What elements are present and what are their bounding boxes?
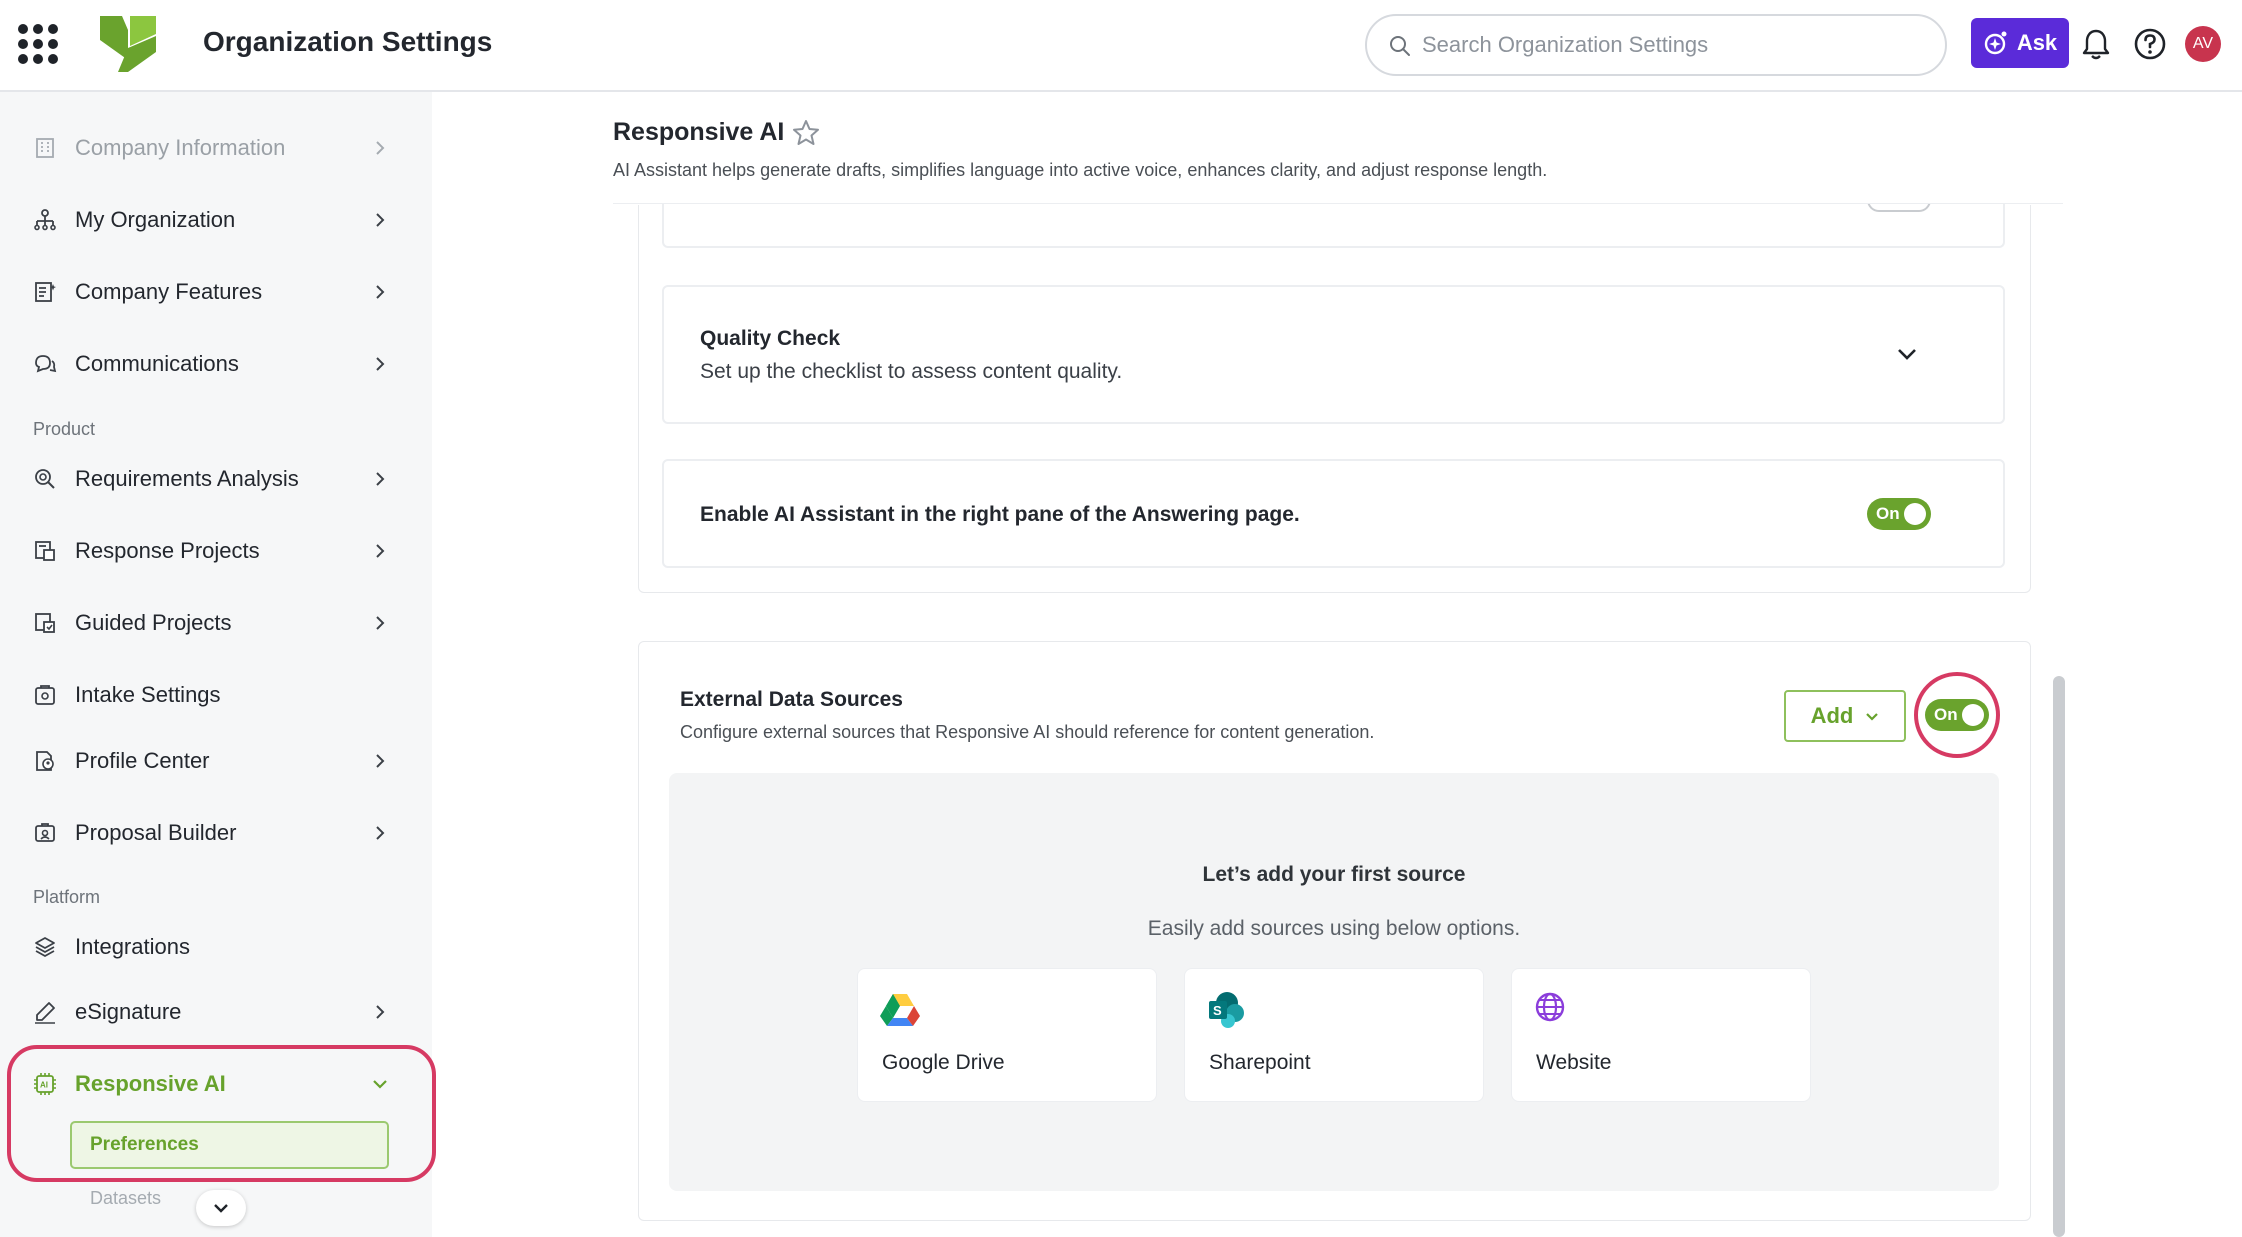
pen-signature-icon <box>32 999 58 1025</box>
projects-icon <box>32 538 58 564</box>
enable-ai-assistant-toggle[interactable]: On <box>1867 498 1931 530</box>
chevron-right-icon <box>370 210 390 230</box>
help-question-icon[interactable] <box>2130 24 2170 64</box>
magnifier-analysis-icon <box>32 466 58 492</box>
sidebar-item-label: Communications <box>75 351 239 376</box>
source-label: Google Drive <box>882 1051 1005 1074</box>
chat-bubbles-icon <box>32 351 58 377</box>
globe-icon <box>1535 992 1565 1022</box>
source-option-website[interactable]: Website <box>1511 968 1811 1102</box>
quality-check-card[interactable]: Quality Check Set up the checklist to as… <box>662 285 2005 424</box>
toggle-label: On <box>1876 504 1900 523</box>
proposal-builder-icon <box>32 820 58 846</box>
sidebar-item-label: Company Information <box>75 135 286 160</box>
ask-button[interactable]: Ask <box>1971 18 2069 68</box>
sharepoint-icon: S <box>1209 992 1244 1028</box>
company-logo <box>100 16 156 72</box>
app-launcher-grid-icon[interactable] <box>18 24 58 64</box>
chevron-right-icon <box>370 354 390 374</box>
quality-check-title: Quality Check <box>700 327 841 350</box>
source-label: Website <box>1536 1051 1612 1074</box>
sidebar-item-label: Requirements Analysis <box>75 466 299 491</box>
sidebar-subitem-preferences[interactable]: Preferences <box>70 1121 389 1169</box>
building-icon <box>32 135 58 161</box>
profile-document-icon <box>32 748 58 774</box>
sidebar-item-label: Guided Projects <box>75 610 232 635</box>
sidebar-item-profile-center[interactable]: Profile Center <box>0 731 432 791</box>
top-header: Organization Settings Ask AV <box>0 0 2242 92</box>
sidebar-item-guided-projects[interactable]: Guided Projects <box>0 593 432 653</box>
search-icon <box>1390 36 1410 56</box>
notifications-bell-icon[interactable] <box>2076 24 2116 64</box>
features-list-icon <box>32 279 58 305</box>
org-chart-icon <box>32 207 58 233</box>
sidebar-item-company-information[interactable]: Company Information <box>0 118 432 178</box>
chevron-right-icon <box>370 1002 390 1022</box>
svg-text:S: S <box>1213 1003 1222 1018</box>
chevron-right-icon <box>370 613 390 633</box>
chevron-right-icon <box>370 541 390 561</box>
sidebar-item-label: Proposal Builder <box>75 820 237 845</box>
add-source-button[interactable]: Add <box>1784 690 1906 742</box>
app-title: Organization Settings <box>203 26 493 57</box>
search-bar[interactable] <box>1365 14 1947 76</box>
source-option-sharepoint[interactable]: S Sharepoint <box>1184 968 1484 1102</box>
external-sources-title: External Data Sources <box>680 688 903 711</box>
chevron-right-icon <box>370 751 390 771</box>
sidebar-item-my-organization[interactable]: My Organization <box>0 190 432 250</box>
favorite-star-icon[interactable] <box>791 118 821 148</box>
toggle-knob <box>1904 503 1926 525</box>
source-option-google-drive[interactable]: Google Drive <box>857 968 1157 1102</box>
external-sources-description: Configure external sources that Responsi… <box>680 722 1375 742</box>
chevron-right-icon <box>370 282 390 302</box>
sidebar-item-label: Profile Center <box>75 748 210 773</box>
guided-projects-icon <box>32 610 58 636</box>
chevron-right-icon <box>370 823 390 843</box>
chevron-down-icon[interactable] <box>1896 347 1918 361</box>
sidebar-item-label: Company Features <box>75 279 263 304</box>
section-label-platform: Platform <box>33 887 101 907</box>
sidebar-item-label: Intake Settings <box>75 682 221 707</box>
chevron-down-icon <box>214 1204 228 1213</box>
user-avatar[interactable]: AV <box>2185 26 2221 62</box>
chevron-right-icon <box>370 138 390 158</box>
section-label-product: Product <box>33 419 96 439</box>
sidebar-item-requirements-analysis[interactable]: Requirements Analysis <box>0 449 432 509</box>
sidebar-subitem-datasets[interactable]: Datasets <box>90 1188 161 1209</box>
sidebar-item-label: eSignature <box>75 999 182 1024</box>
chevron-down-icon <box>1866 712 1879 721</box>
main-scrollbar[interactable] <box>2053 676 2065 1237</box>
add-label: Add <box>1810 703 1854 728</box>
sidebar-item-company-features[interactable]: Company Features <box>0 262 432 322</box>
sidebar-item-response-projects[interactable]: Response Projects <box>0 521 432 581</box>
ask-label: Ask <box>2016 30 2058 55</box>
enable-ai-assistant-title: Enable AI Assistant in the right pane of… <box>700 503 1300 526</box>
page-description: AI Assistant helps generate drafts, simp… <box>613 160 1548 180</box>
enable-ai-assistant-card: Enable AI Assistant in the right pane of… <box>662 459 2005 568</box>
sidebar-item-label: Integrations <box>75 934 190 959</box>
sidebar-item-intake-settings[interactable]: Intake Settings <box>0 665 432 725</box>
sidebar-item-label: My Organization <box>75 207 236 232</box>
page-title: Responsive AI <box>613 118 785 146</box>
empty-state-subtitle: Easily add sources using below options. <box>1147 917 1521 940</box>
quality-check-subtitle: Set up the checklist to assess content q… <box>700 360 1123 383</box>
layers-icon <box>32 934 58 960</box>
highlight-annotation-toggle <box>1914 672 2000 758</box>
sidebar-item-esignature[interactable]: eSignature <box>0 982 432 1042</box>
google-drive-icon <box>880 994 920 1026</box>
intake-settings-icon <box>32 682 58 708</box>
sidebar-item-communications[interactable]: Communications <box>0 334 432 394</box>
page-header: Responsive AI AI Assistant helps generat… <box>613 110 2063 204</box>
empty-state-title: Let’s add your first source <box>1202 863 1466 886</box>
source-label: Sharepoint <box>1209 1051 1311 1074</box>
scroll-down-button[interactable] <box>196 1190 246 1226</box>
sidebar-item-label: Response Projects <box>75 538 260 563</box>
sidebar-item-proposal-builder[interactable]: Proposal Builder <box>0 803 432 863</box>
chevron-right-icon <box>370 469 390 489</box>
ai-sparkle-icon <box>1984 31 2007 55</box>
search-input[interactable] <box>1422 30 1922 60</box>
sidebar-item-integrations[interactable]: Integrations <box>0 917 432 977</box>
empty-sources-area: Let’s add your first source Easily add s… <box>669 773 1999 1191</box>
